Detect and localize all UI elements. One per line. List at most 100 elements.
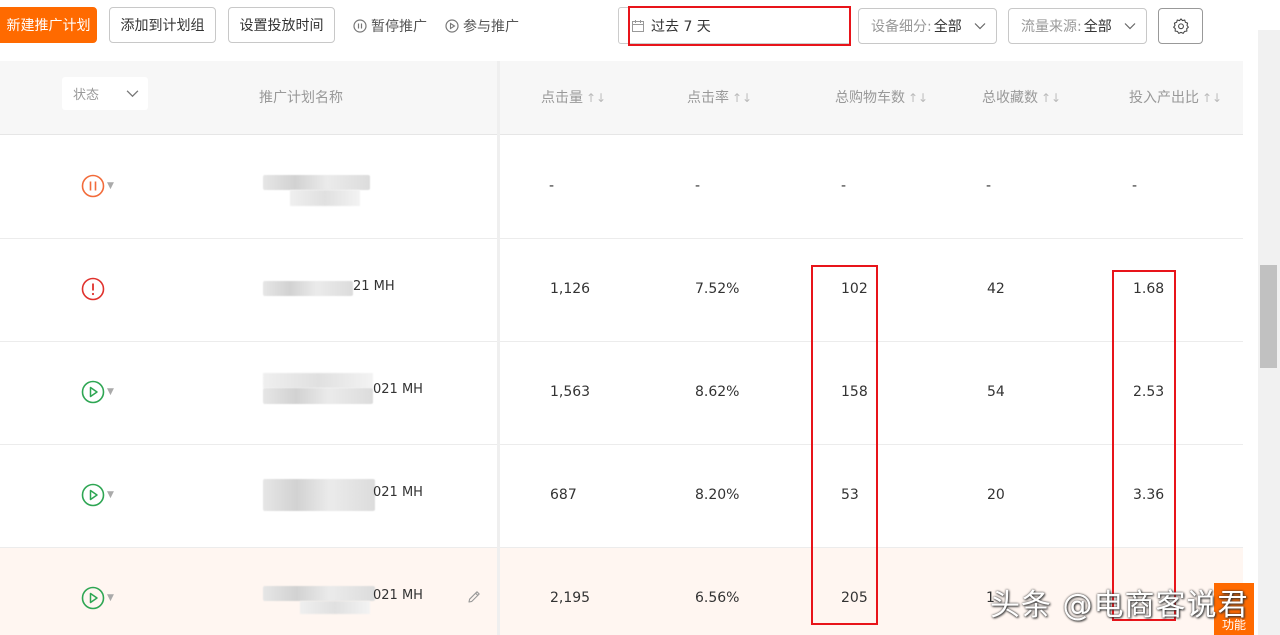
caret-down-icon: ▼ <box>107 181 114 191</box>
ctr-cell: 7.52% <box>695 281 740 297</box>
status-toggle[interactable]: ▼ <box>81 586 114 610</box>
favorites-cell: - <box>986 178 992 194</box>
play-circle-icon <box>445 19 459 33</box>
table-row[interactable]: ▼ 021 MH 687 8.20% 53 20 3.36 <box>0 445 1243 548</box>
favorites-cell: 20 <box>987 487 1005 503</box>
status-toggle[interactable]: ▼ <box>81 380 114 404</box>
status-filter-label: 状态 <box>73 88 100 103</box>
column-header-name: 推广计划名称 <box>259 87 343 107</box>
blurred-plan-name <box>263 586 375 601</box>
column-header-ctr[interactable]: 点击率 ↑↓ <box>687 87 752 107</box>
ctr-cell: 8.62% <box>695 384 740 400</box>
watermark: 头条 @电商客说君 <box>990 588 1249 623</box>
favorites-cell: 42 <box>987 281 1005 297</box>
campaign-table: 状态 推广计划名称 点击量 ↑↓ 点击率 ↑↓ 总购物车数 ↑↓ 总收藏数 ↑↓ 投入产… <box>0 61 1243 635</box>
plan-name[interactable]: 021 MH <box>373 382 423 397</box>
chevron-down-icon <box>126 90 139 98</box>
sort-icon: ↑↓ <box>586 91 607 105</box>
pause-circle-icon <box>353 19 367 33</box>
add-to-group-button[interactable]: 添加到计划组 <box>109 7 216 43</box>
pencil-icon[interactable] <box>466 589 482 605</box>
table-row[interactable]: ▼ - - - - - <box>0 136 1243 239</box>
favorites-cell: 54 <box>987 384 1005 400</box>
plan-name[interactable]: 21 MH <box>353 279 395 294</box>
column-favorites-label: 总收藏数 <box>982 90 1038 106</box>
blurred-plan-name <box>263 479 375 511</box>
sort-icon: ↑↓ <box>732 91 753 105</box>
join-label: 参与推广 <box>463 19 519 35</box>
traffic-source-select[interactable]: 流量来源: 全部 <box>1008 8 1147 44</box>
sort-icon: ↑↓ <box>1202 91 1223 105</box>
clicks-cell: 687 <box>550 487 577 503</box>
column-roi-label: 投入产出比 <box>1129 90 1199 106</box>
running-status-icon <box>81 586 105 610</box>
pause-label: 暂停推广 <box>371 19 427 35</box>
device-label: 设备细分: <box>871 19 932 35</box>
plan-name[interactable]: 021 MH <box>373 485 423 500</box>
toolbar: 新建推广计划 添加到计划组 设置投放时间 暂停推广 参与推广 过去 7 天 设备… <box>0 0 1243 60</box>
blurred-plan-name <box>263 281 353 296</box>
column-clicks-label: 点击量 <box>541 90 583 106</box>
new-plan-button[interactable]: 新建推广计划 <box>0 7 97 43</box>
roi-cell: - <box>1132 178 1138 194</box>
cart-adds-cell: - <box>841 178 847 194</box>
ctr-cell: 8.20% <box>695 487 740 503</box>
traffic-label: 流量来源: <box>1021 19 1082 35</box>
device-select[interactable]: 设备细分: 全部 <box>858 8 997 44</box>
cart-adds-cell: 205 <box>841 590 868 606</box>
clicks-cell: - <box>549 178 555 194</box>
settings-button[interactable] <box>1158 8 1203 44</box>
set-time-button[interactable]: 设置投放时间 <box>228 7 335 43</box>
clicks-cell: 2,195 <box>550 590 591 606</box>
table-row[interactable]: ▼ 021 MH 1,563 8.62% 158 54 2.53 <box>0 342 1243 445</box>
blurred-plan-name <box>300 601 370 614</box>
scrollbar-thumb[interactable] <box>1260 265 1277 368</box>
column-cart-adds-label: 总购物车数 <box>835 90 905 106</box>
campaign-management-page: 新建推广计划 添加到计划组 设置投放时间 暂停推广 参与推广 过去 7 天 设备… <box>0 0 1280 635</box>
sort-icon: ↑↓ <box>1041 91 1062 105</box>
running-status-icon <box>81 380 105 404</box>
blurred-plan-name <box>263 373 373 388</box>
table-row[interactable]: 21 MH 1,126 7.52% 102 42 1.68 <box>0 239 1243 342</box>
date-range-picker[interactable]: 过去 7 天 <box>618 7 851 44</box>
status-filter-select[interactable]: 状态 <box>62 77 148 110</box>
status-toggle[interactable] <box>81 277 105 301</box>
column-header-favorites[interactable]: 总收藏数 ↑↓ <box>982 87 1061 107</box>
cart-adds-cell: 158 <box>841 384 868 400</box>
blurred-plan-name <box>263 388 373 404</box>
clicks-cell: 1,563 <box>550 384 591 400</box>
column-header-clicks[interactable]: 点击量 ↑↓ <box>541 87 606 107</box>
gear-icon <box>1172 18 1189 34</box>
ctr-cell: - <box>695 178 701 194</box>
roi-cell: 3.36 <box>1133 487 1165 503</box>
plan-name[interactable]: 021 MH <box>373 588 423 603</box>
caret-down-icon: ▼ <box>107 490 114 500</box>
ctr-cell: 6.56% <box>695 590 740 606</box>
calendar-icon <box>632 19 644 32</box>
column-header-roi[interactable]: 投入产出比 ↑↓ <box>1129 87 1222 107</box>
sort-icon: ↑↓ <box>908 91 929 105</box>
cart-adds-cell: 102 <box>841 281 868 297</box>
table-header: 状态 推广计划名称 点击量 ↑↓ 点击率 ↑↓ 总购物车数 ↑↓ 总收藏数 ↑↓ 投入产… <box>0 61 1243 135</box>
frozen-column-divider <box>497 61 500 635</box>
pause-button[interactable]: 暂停推广 <box>353 16 427 36</box>
cart-adds-cell: 53 <box>841 487 859 503</box>
status-toggle[interactable]: ▼ <box>81 483 114 507</box>
running-status-icon <box>81 483 105 507</box>
blurred-plan-name <box>290 190 360 206</box>
roi-cell: 1.68 <box>1133 281 1165 297</box>
traffic-value: 全部 <box>1083 19 1112 35</box>
column-ctr-label: 点击率 <box>687 90 729 106</box>
column-name-label: 推广计划名称 <box>259 90 343 106</box>
join-button[interactable]: 参与推广 <box>445 16 519 36</box>
warning-status-icon <box>81 277 105 301</box>
caret-down-icon: ▼ <box>107 593 114 603</box>
column-header-cart-adds[interactable]: 总购物车数 ↑↓ <box>835 87 928 107</box>
status-toggle[interactable]: ▼ <box>81 174 114 198</box>
clicks-cell: 1,126 <box>550 281 591 297</box>
chevron-down-icon <box>1124 23 1136 30</box>
device-value: 全部 <box>933 19 962 35</box>
roi-cell: 2.53 <box>1133 384 1165 400</box>
chevron-down-icon <box>974 23 986 30</box>
paused-status-icon <box>81 174 105 198</box>
